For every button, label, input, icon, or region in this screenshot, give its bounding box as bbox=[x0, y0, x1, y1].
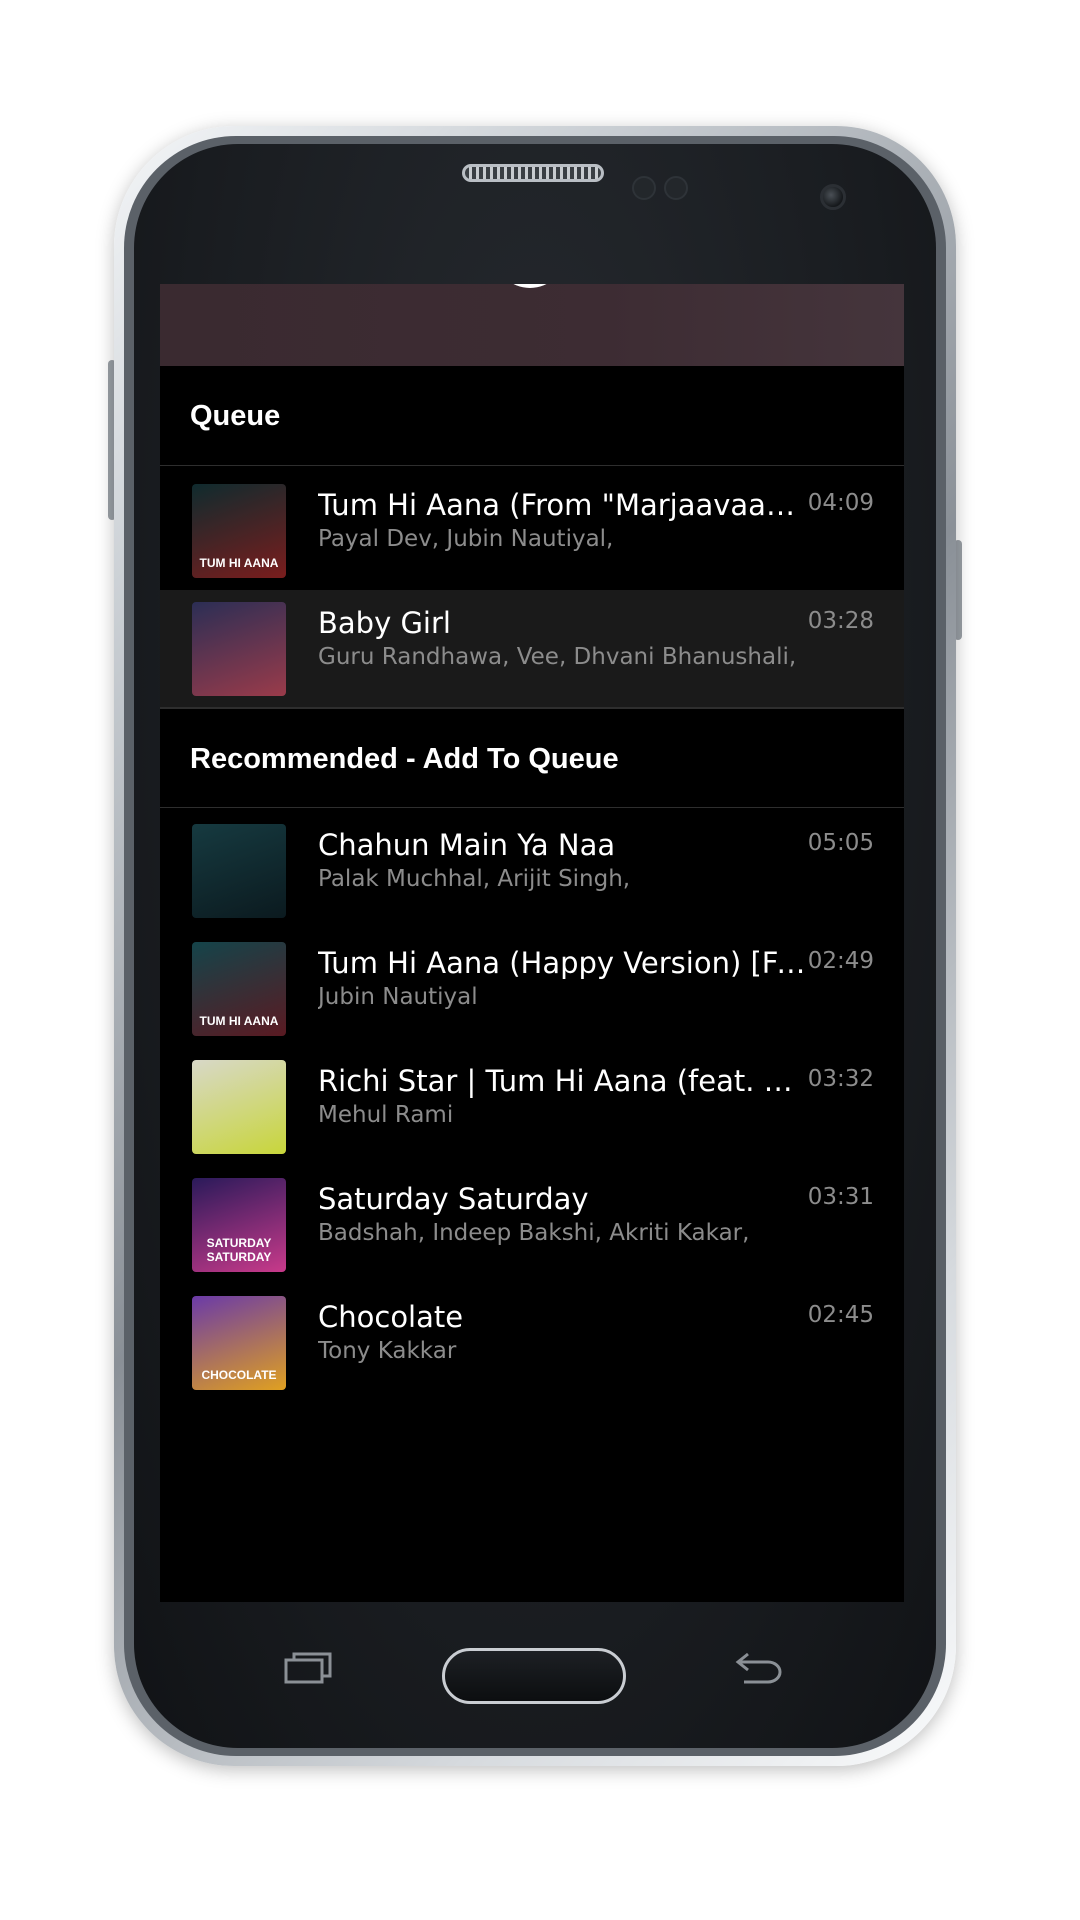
album-art-text: TUM HI AANA bbox=[199, 556, 279, 570]
track-artist: Badshah, Indeep Bakshi, Akriti Kakar, bbox=[318, 1220, 750, 1246]
track-title: Saturday Saturday bbox=[318, 1182, 589, 1216]
track-title: Chocolate bbox=[318, 1300, 464, 1334]
track-artist: Mehul Rami bbox=[318, 1102, 454, 1128]
track-row[interactable]: TUM HI AANA Tum Hi Aana (From "Marjaavaan… bbox=[160, 472, 904, 590]
album-art: TUM HI AANA bbox=[192, 942, 286, 1036]
track-duration: 05:05 bbox=[807, 830, 874, 856]
album-art bbox=[192, 824, 286, 918]
album-art: TUM HI AANA bbox=[192, 484, 286, 578]
now-playing-strip[interactable] bbox=[160, 284, 904, 366]
track-duration: 03:32 bbox=[807, 1066, 874, 1092]
track-artist: Payal Dev, Jubin Nautiyal, bbox=[318, 526, 614, 552]
earpiece-speaker bbox=[462, 164, 604, 182]
album-art-text: CHOCOLATE bbox=[201, 1368, 277, 1382]
player-arc-indicator bbox=[494, 284, 566, 288]
recommended-title: Recommended - Add To Queue bbox=[190, 743, 619, 775]
track-artist: Palak Muchhal, Arijit Singh, bbox=[318, 866, 631, 892]
track-row[interactable]: CHOCOLATE Chocolate Tony Kakkar 02:45 bbox=[160, 1284, 904, 1402]
track-title: Tum Hi Aana (From "Marjaavaan") bbox=[318, 488, 806, 522]
track-title: Chahun Main Ya Naa bbox=[318, 828, 616, 862]
album-art bbox=[192, 602, 286, 696]
light-sensor bbox=[664, 176, 688, 200]
home-button[interactable] bbox=[442, 1648, 626, 1704]
proximity-sensor bbox=[632, 176, 656, 200]
track-duration: 03:28 bbox=[807, 608, 874, 634]
track-duration: 02:45 bbox=[807, 1302, 874, 1328]
recent-apps-icon[interactable] bbox=[284, 1652, 332, 1688]
track-row[interactable]: Chahun Main Ya Naa Palak Muchhal, Arijit … bbox=[160, 812, 904, 930]
track-title: Baby Girl bbox=[318, 606, 451, 640]
track-artist: Tony Kakkar bbox=[318, 1338, 457, 1364]
track-artist: Jubin Nautiyal bbox=[318, 984, 478, 1010]
album-art bbox=[192, 1060, 286, 1154]
recommended-header: Recommended - Add To Queue bbox=[160, 708, 904, 808]
track-duration: 04:09 bbox=[807, 490, 874, 516]
album-art-text: SATURDAY SATURDAY bbox=[206, 1236, 272, 1264]
back-icon[interactable] bbox=[734, 1650, 784, 1690]
track-title: Richi Star | Tum Hi Aana (feat. Richi St… bbox=[318, 1064, 806, 1098]
app-screen: Queue TUM HI AANA Tum Hi Aana (From "Marj… bbox=[160, 284, 904, 1602]
album-art: CHOCOLATE bbox=[192, 1296, 286, 1390]
track-row[interactable]: Baby Girl Guru Randhawa, Vee, Dhvani Bhan… bbox=[160, 590, 904, 708]
album-art: SATURDAY SATURDAY bbox=[192, 1178, 286, 1272]
device-frame: Queue TUM HI AANA Tum Hi Aana (From "Marj… bbox=[0, 0, 1080, 1920]
track-row[interactable]: SATURDAY SATURDAY Saturday Saturday Badsha… bbox=[160, 1166, 904, 1284]
track-row[interactable]: Richi Star | Tum Hi Aana (feat. Richi St… bbox=[160, 1048, 904, 1166]
queue-title: Queue bbox=[190, 400, 281, 432]
track-duration: 03:31 bbox=[807, 1184, 874, 1210]
track-title: Tum Hi Aana (Happy Version) [From "Marja… bbox=[318, 946, 806, 980]
track-duration: 02:49 bbox=[807, 948, 874, 974]
queue-header: Queue bbox=[160, 366, 904, 466]
track-row[interactable]: TUM HI AANA Tum Hi Aana (Happy Version) [… bbox=[160, 930, 904, 1048]
track-artist: Guru Randhawa, Vee, Dhvani Bhanushali, bbox=[318, 644, 797, 670]
album-art-text: TUM HI AANA bbox=[199, 1014, 279, 1028]
front-camera bbox=[820, 184, 846, 210]
